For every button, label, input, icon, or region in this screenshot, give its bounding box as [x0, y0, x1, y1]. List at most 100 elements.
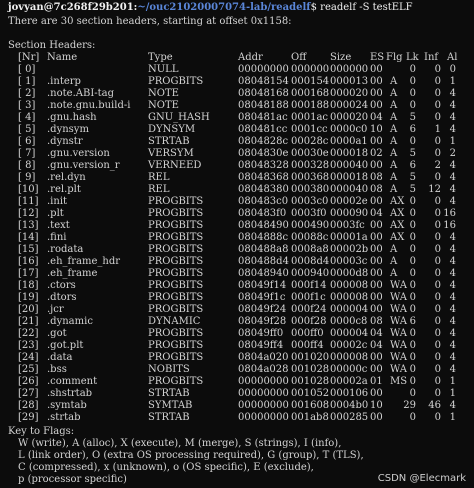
cell-lk: 0 — [409, 220, 416, 231]
cell-addr: 08049f14 — [238, 280, 287, 291]
header-size: Size — [330, 52, 352, 63]
cell-flg: WA — [390, 292, 408, 303]
cell-flg: A — [390, 268, 398, 279]
prompt-user: jovyan@7c268f29b201: — [8, 2, 138, 13]
cell-size: 000008 — [330, 352, 369, 363]
cell-addr: 00000000 — [238, 64, 289, 75]
watermark: CSDN @Elecmark — [377, 473, 466, 484]
cell-off: 000368 — [291, 172, 330, 183]
cell-flg: AX — [390, 208, 405, 219]
cell-addr: 08048154 — [238, 76, 289, 87]
cell-es: 04 — [370, 208, 383, 219]
header-nr: [Nr] — [18, 52, 40, 63]
cell-es: 00 — [370, 88, 383, 99]
cell-type: VERSYM — [148, 148, 194, 159]
command-prompt-line: jovyan@7c268f29b201:~/ouc21020007074-lab… — [8, 2, 413, 14]
section-headers-title: Section Headers: — [8, 40, 96, 51]
cell-nr: [17] — [18, 268, 39, 279]
cell-nr: [13] — [18, 220, 39, 231]
cell-flg: WA — [390, 304, 408, 315]
cell-type: PROGBITS — [148, 220, 204, 231]
cell-inf: 0 — [434, 388, 441, 399]
cell-es: 00 — [370, 100, 383, 111]
table-row: [22] .got PROGBITS 08049ff0 000ff0 000004 04 WA… — [0, 328, 474, 340]
table-row: [28] .symtab SYMTAB 00000000 001608 0004b0 10 2… — [0, 400, 474, 412]
table-row: [ 1] .interp PROGBITS 08048154 000154 000013 0… — [0, 76, 474, 88]
cell-name: .fini — [47, 232, 67, 243]
cell-size: 0003fc — [330, 220, 365, 231]
cell-inf: 0 — [434, 244, 441, 255]
cell-inf: 0 — [434, 220, 441, 231]
cell-name: .dynstr — [47, 136, 83, 147]
cell-size: 0000c8 — [330, 316, 368, 327]
cell-off: 000f24 — [291, 304, 327, 315]
cell-nr: [ 6] — [18, 136, 36, 147]
cell-lk: 0 — [409, 268, 416, 279]
cell-name: .note.ABI-tag — [47, 88, 115, 99]
table-row: [20] .jcr PROGBITS 08049f24 000f24 000004 00 WA… — [0, 304, 474, 316]
prompt-path: ~/ouc21020007074-lab/readelf — [137, 2, 311, 13]
cell-inf: 0 — [434, 100, 441, 111]
cell-al: 1 — [449, 412, 456, 423]
cell-flg: A — [390, 112, 398, 123]
cell-name: .interp — [47, 76, 81, 87]
cell-name: .text — [47, 220, 70, 231]
cell-es: 00 — [370, 136, 383, 147]
cell-name: .gnu.version — [47, 148, 110, 159]
cell-flg: WA — [390, 328, 408, 339]
cell-off: 000168 — [291, 88, 330, 99]
cell-nr: [ 8] — [18, 160, 36, 171]
cell-es: 00 — [370, 352, 383, 363]
cell-al: 4 — [449, 232, 456, 243]
cell-type: GNU_HASH — [148, 112, 210, 123]
table-row: [16] .eh_frame_hdr PROGBITS 080488d4 0008d4 0… — [0, 256, 474, 268]
cell-nr: [19] — [18, 292, 39, 303]
cell-off: 001ab8 — [291, 412, 329, 423]
cell-es: 01 — [370, 376, 383, 387]
cell-addr: 08048188 — [238, 100, 289, 111]
cell-off: 0008a8 — [291, 244, 329, 255]
table-row: [21] .dynamic DYNAMIC 08049f28 000f28 0000c8 0… — [0, 316, 474, 328]
cell-addr: 08048490 — [238, 220, 289, 231]
cell-nr: [28] — [18, 400, 39, 411]
cell-lk: 0 — [409, 280, 416, 291]
table-row: [24] .data PROGBITS 0804a020 001020 000008 00 W… — [0, 352, 474, 364]
cell-size: 000008 — [330, 292, 369, 303]
cell-nr: [10] — [18, 184, 39, 195]
cell-lk: 0 — [409, 244, 416, 255]
key-flags-line: W (write), A (alloc), X (execute), M (me… — [18, 438, 342, 449]
cell-name: .eh_frame — [47, 268, 98, 279]
cell-lk: 6 — [409, 160, 416, 171]
table-row: [ 7] .gnu.version VERSYM 0804830e 00030e 0000… — [0, 148, 474, 160]
cell-name: .rodata — [47, 244, 84, 255]
cell-addr: 080488d4 — [238, 256, 289, 267]
cell-al: 4 — [449, 88, 456, 99]
cell-name: .got.plt — [47, 340, 84, 351]
cell-name: .shstrtab — [47, 388, 93, 399]
cell-size: 000090 — [330, 208, 369, 219]
cell-lk: 0 — [409, 292, 416, 303]
cell-lk: 0 — [409, 328, 416, 339]
cell-nr: [20] — [18, 304, 39, 315]
cell-flg: A — [390, 148, 398, 159]
cell-addr: 08048940 — [238, 268, 289, 279]
cell-size: 000285 — [330, 412, 369, 423]
terminal-window[interactable]: jovyan@7c268f29b201:~/ouc21020007074-lab… — [0, 0, 474, 488]
table-row: [ 9] .rel.dyn REL 08048368 000368 000018 08 A 5 0… — [0, 172, 474, 184]
cell-addr: 080483f0 — [238, 208, 287, 219]
header-al: Al — [447, 52, 458, 63]
cell-addr: 0804828c — [238, 136, 289, 147]
cell-type: NOBITS — [148, 364, 190, 375]
cell-size: 00002c — [330, 340, 368, 351]
cell-lk: 6 — [409, 124, 416, 135]
cell-name: .plt — [47, 208, 64, 219]
cell-size: 000004 — [330, 328, 369, 339]
header-name: Name — [47, 52, 78, 63]
cell-type: PROGBITS — [148, 340, 204, 351]
cell-al: 4 — [449, 340, 456, 351]
table-row: [ 4] .gnu.hash GNU_HASH 080481ac 0001ac 00002… — [0, 112, 474, 124]
table-header-row: [Nr] Name Type Addr Off Size ES Flg Lk I… — [0, 52, 474, 64]
cell-es: 04 — [370, 340, 383, 351]
table-row: [ 0] NULL 00000000 000000 000000 00 0 0 0 — [0, 64, 474, 76]
cell-inf: 0 — [434, 304, 441, 315]
